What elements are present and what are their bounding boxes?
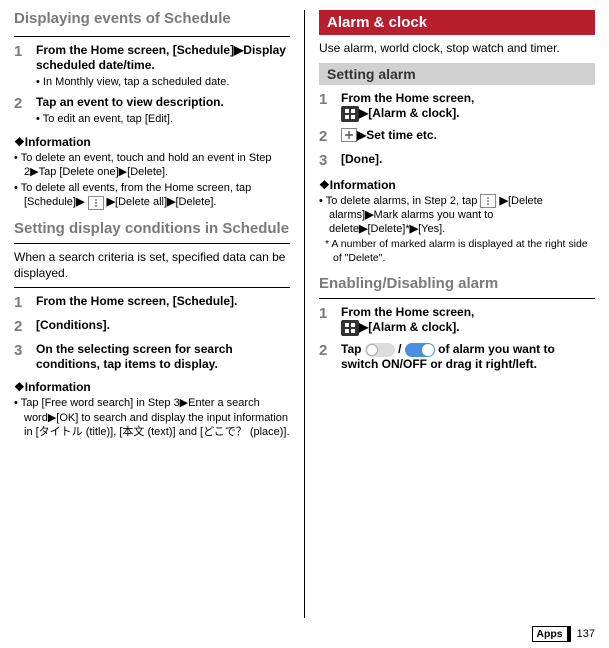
divider	[14, 36, 290, 37]
step-title: From the Home screen, ▶[Alarm & clock].	[341, 91, 595, 122]
info-heading: ❖Information	[14, 380, 290, 394]
heading-setting-alarm: Setting alarm	[319, 63, 595, 85]
menu-icon	[88, 196, 104, 210]
step-title: [Done].	[341, 152, 595, 170]
step-title: From the Home screen, [Schedule].	[36, 294, 290, 312]
step: 1 From the Home screen, ▶[Alarm & clock]…	[319, 91, 595, 122]
step-number: 3	[319, 152, 341, 170]
note-item: * A number of marked alarm is displayed …	[319, 238, 595, 264]
divider	[14, 287, 290, 288]
right-column: Alarm & clock Use alarm, world clock, st…	[319, 10, 595, 618]
arrow-icon: ▶	[359, 223, 367, 235]
step-number: 1	[14, 43, 36, 89]
toggle-off-icon	[365, 343, 395, 357]
text: From the Home screen, [	[36, 43, 177, 57]
apps-icon	[341, 320, 359, 336]
step: 1 From the Home screen, [Schedule]▶Displ…	[14, 43, 290, 89]
step-number: 1	[319, 305, 341, 336]
step-number: 1	[319, 91, 341, 122]
intro-text: When a search criteria is set, specified…	[14, 250, 290, 281]
step: 2 [Conditions].	[14, 318, 290, 336]
arrow-icon: ▶	[410, 223, 418, 235]
step: 1 From the Home screen, ▶[Alarm & clock]…	[319, 305, 595, 336]
text: From the Home screen,	[341, 91, 474, 105]
arrow-icon: ▶	[76, 196, 84, 208]
step-number: 3	[14, 342, 36, 372]
step-number: 2	[319, 128, 341, 146]
step-number: 2	[14, 95, 36, 126]
footer-section-label: Apps	[532, 626, 570, 642]
step: 2 ▶Set time etc.	[319, 128, 595, 146]
subheading-display-conditions: Setting display conditions in Schedule	[14, 220, 290, 237]
step-title: Tap / of alarm you want to switch ON/OFF…	[341, 342, 595, 372]
text: From the Home screen,	[341, 305, 474, 319]
info-heading: ❖Information	[319, 178, 595, 192]
info-item: To delete all events, from the Home scre…	[14, 181, 290, 210]
step: 3 [Done].	[319, 152, 595, 170]
info-heading: ❖Information	[14, 135, 290, 149]
step: 1 From the Home screen, [Schedule].	[14, 294, 290, 312]
step-number: 2	[14, 318, 36, 336]
step-title: ▶Set time etc.	[341, 128, 595, 146]
page-number: 137	[577, 628, 595, 640]
step-number: 1	[14, 294, 36, 312]
apps-icon	[341, 106, 359, 122]
toggle-on-icon	[405, 343, 435, 357]
info-item: To delete alarms, in Step 2, tap ▶[Delet…	[319, 194, 595, 237]
heading-displaying-events: Displaying events of Schedule	[14, 10, 290, 28]
text: /	[395, 342, 405, 356]
step-title: From the Home screen, ▶[Alarm & clock].	[341, 305, 595, 336]
subheading-enabling-disabling: Enabling/Disabling alarm	[319, 275, 595, 292]
arrow-icon: ▶	[365, 209, 373, 221]
heading-alarm-clock: Alarm & clock	[319, 10, 595, 35]
step-title: From the Home screen, [Schedule]▶Display…	[36, 43, 290, 73]
arrow-icon: ▶	[167, 196, 175, 208]
arrow-icon: ▶	[499, 195, 507, 207]
bullet: To edit an event, tap [Edit].	[36, 112, 290, 126]
step-title: [Conditions].	[36, 318, 290, 336]
step-body: From the Home screen, [Schedule]▶Display…	[36, 43, 290, 89]
column-separator	[304, 10, 305, 618]
text: ▶[Alarm & clock].	[359, 320, 460, 334]
divider	[319, 298, 595, 299]
text: Tap	[341, 342, 365, 356]
footer: Apps 137	[532, 628, 595, 640]
left-column: Displaying events of Schedule 1 From the…	[14, 10, 290, 618]
intro-text: Use alarm, world clock, stop watch and t…	[319, 41, 595, 57]
plus-icon	[341, 128, 357, 142]
text: ▶Set time etc.	[357, 128, 437, 142]
step: 2 Tap / of alarm you want to switch ON/O…	[319, 342, 595, 372]
bullet: In Monthly view, tap a scheduled date.	[36, 75, 290, 89]
info-item: To delete an event, touch and hold an ev…	[14, 151, 290, 180]
menu-icon	[480, 194, 496, 208]
step-title: Tap an event to view description.	[36, 95, 290, 110]
info-item: Tap [Free word search] in Step 3▶Enter a…	[14, 396, 290, 439]
step-number: 2	[319, 342, 341, 372]
step-title: On the selecting screen for search condi…	[36, 342, 290, 372]
step: 2 Tap an event to view description. To e…	[14, 95, 290, 126]
arrow-icon: ▶	[107, 196, 115, 208]
text: Schedule	[177, 43, 230, 57]
page: Displaying events of Schedule 1 From the…	[0, 0, 609, 648]
step-body: Tap an event to view description. To edi…	[36, 95, 290, 126]
text: ▶[Alarm & clock].	[359, 106, 460, 120]
step: 3 On the selecting screen for search con…	[14, 342, 290, 372]
divider	[14, 243, 290, 244]
arrow-icon: ▶	[234, 43, 243, 57]
